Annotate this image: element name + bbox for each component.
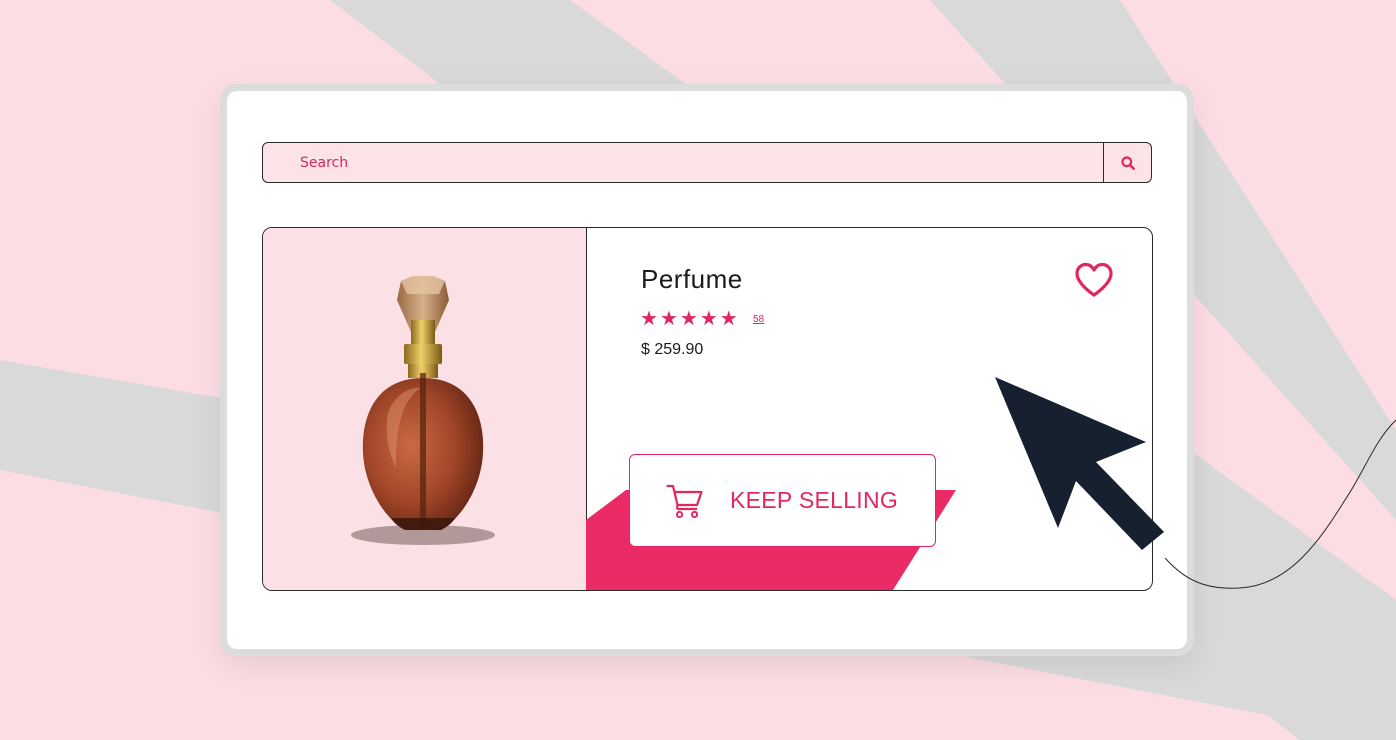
star-icon: ★ [699, 306, 718, 330]
product-card: Perfume ★ ★ ★ ★ ★ 58 $ 259.90 KEEP SELLI… [262, 227, 1153, 591]
keep-selling-label: KEEP SELLING [730, 487, 899, 513]
perfume-bottle-image [351, 276, 495, 545]
keep-selling-button[interactable]: KEEP SELLING [629, 454, 936, 547]
star-icon: ★ [679, 306, 698, 330]
star-icon: ★ [659, 306, 678, 330]
product-title: Perfume [641, 264, 743, 294]
search-bar [262, 142, 1152, 183]
star-icon: ★ [719, 306, 738, 330]
magnifier-icon [1120, 155, 1135, 170]
product-price: $ 259.90 [641, 341, 704, 358]
star-rating: ★ ★ ★ ★ ★ [640, 308, 738, 328]
favorite-button[interactable] [1073, 261, 1115, 303]
cart-icon [666, 484, 703, 518]
heart-icon [1075, 262, 1113, 297]
star-icon: ★ [640, 306, 658, 330]
product-image [263, 228, 587, 590]
search-button[interactable] [1103, 143, 1151, 182]
search-input[interactable] [263, 143, 1105, 182]
review-count-link[interactable]: 58 [753, 314, 764, 325]
